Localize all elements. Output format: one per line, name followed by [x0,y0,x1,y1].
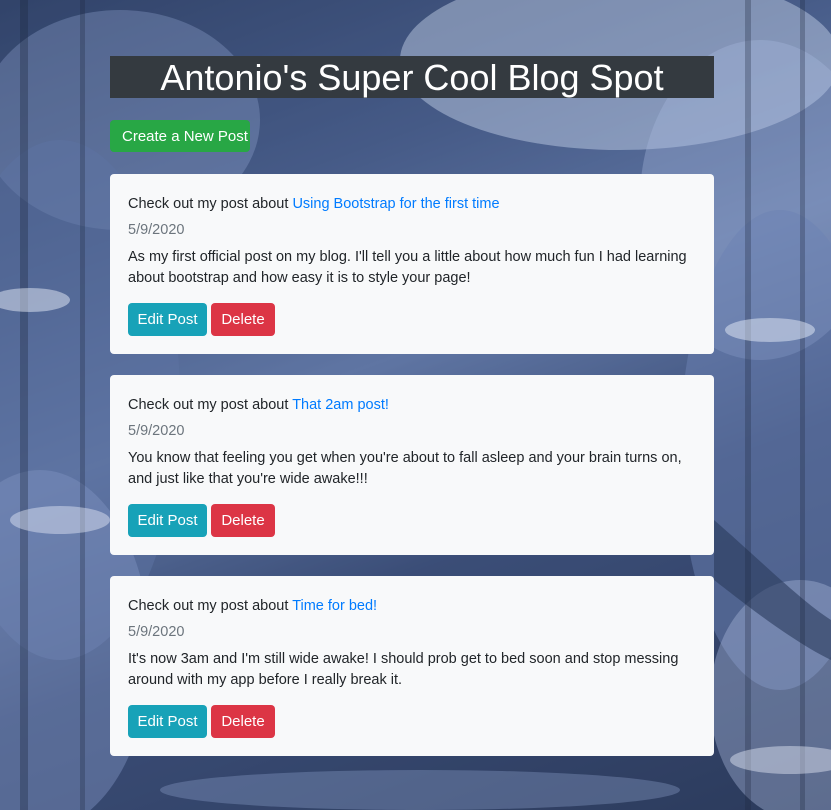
post-headline: Check out my post about Using Bootstrap … [128,194,696,214]
post-actions: Edit Post Delete [128,303,275,336]
page-title: Antonio's Super Cool Blog Spot [160,57,664,98]
post-body: It's now 3am and I'm still wide awake! I… [128,651,679,688]
post-date: 5/9/2020 [128,624,185,640]
post-headline: Check out my post about That 2am post! [128,395,696,415]
post-prefix: Check out my post about [128,196,289,212]
post-card: Check out my post about Time for bed! 5/… [110,576,714,756]
post-card: Check out my post about Using Bootstrap … [110,174,714,354]
post-prefix: Check out my post about [128,598,289,614]
edit-post-button[interactable]: Edit Post [128,303,207,336]
post-body: You know that feeling you get when you'r… [128,450,682,487]
post-date: 5/9/2020 [128,423,185,439]
post-prefix: Check out my post about [128,397,289,413]
page-title-bar: Antonio's Super Cool Blog Spot [110,56,714,98]
edit-post-button[interactable]: Edit Post [128,504,207,537]
main-container: Antonio's Super Cool Blog Spot Create a … [110,56,714,756]
edit-post-button[interactable]: Edit Post [128,705,207,738]
post-title-link[interactable]: Using Bootstrap for the first time [292,196,499,212]
create-new-post-button[interactable]: Create a New Post [110,120,250,152]
post-actions: Edit Post Delete [128,705,275,738]
post-date: 5/9/2020 [128,222,185,238]
post-card: Check out my post about That 2am post! 5… [110,375,714,555]
post-actions: Edit Post Delete [128,504,275,537]
post-title-link[interactable]: Time for bed! [292,598,377,614]
delete-post-button[interactable]: Delete [211,504,275,537]
delete-post-button[interactable]: Delete [211,705,275,738]
post-title-link[interactable]: That 2am post! [292,397,389,413]
post-headline: Check out my post about Time for bed! [128,596,696,616]
delete-post-button[interactable]: Delete [211,303,275,336]
post-body: As my first official post on my blog. I'… [128,249,687,286]
